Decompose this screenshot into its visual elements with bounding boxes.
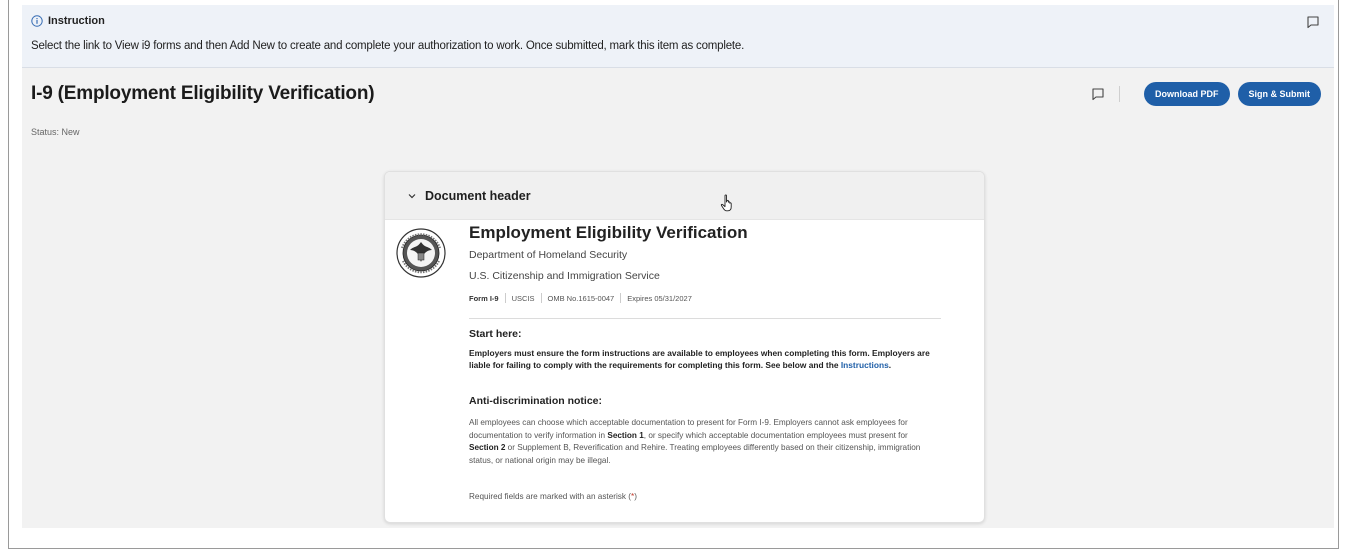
dhs-seal-icon	[396, 228, 446, 278]
anti-text-part: or Supplement B, Reverification and Rehi…	[469, 443, 921, 465]
required-text: Required fields are marked with an aster…	[469, 492, 631, 501]
employer-notice: Employers must ensure the form instructi…	[469, 347, 939, 371]
employer-notice-end: .	[888, 360, 892, 371]
divider	[620, 293, 622, 303]
form-meta: Form I-9 USCIS OMB No.1615-0047 Expires …	[469, 293, 692, 303]
info-icon	[31, 15, 43, 27]
expiry-date: Expires 05/31/2027	[627, 293, 692, 303]
document-card: Document header Employment Eligibility V…	[384, 171, 985, 523]
instructions-link[interactable]: Instructions	[841, 360, 889, 370]
sign-submit-button[interactable]: Sign & Submit	[1237, 82, 1321, 106]
chevron-down-icon	[408, 193, 416, 198]
download-pdf-button[interactable]: Download PDF	[1144, 82, 1230, 106]
agency-code: USCIS	[511, 293, 535, 303]
instruction-heading-label: Instruction	[48, 15, 105, 27]
section2-ref: Section 2	[469, 443, 506, 453]
hand-cursor-icon	[720, 194, 732, 212]
document-header-toggle[interactable]: Document header	[385, 172, 984, 220]
comment-icon[interactable]	[1306, 15, 1320, 29]
form-number: Form I-9	[469, 293, 499, 303]
header-actions: Download PDF Sign & Submit	[1091, 82, 1321, 106]
start-heading: Start here:	[469, 328, 522, 340]
department-name: Department of Homeland Security	[469, 249, 628, 261]
page-title: I-9 (Employment Eligibility Verification…	[31, 83, 375, 104]
form-page: I-9 (Employment Eligibility Verification…	[22, 68, 1334, 528]
document-title: Employment Eligibility Verification	[469, 223, 748, 242]
divider	[1119, 86, 1120, 102]
instruction-heading: Instruction	[31, 15, 105, 27]
anti-text-part: , or specify which acceptable documentat…	[643, 430, 908, 440]
instruction-text: Select the link to View i9 forms and the…	[31, 40, 745, 52]
required-end: )	[634, 492, 637, 501]
omb-number: OMB No.1615-0047	[547, 293, 615, 303]
agency-name: U.S. Citizenship and Immigration Service	[469, 270, 660, 282]
section1-ref: Section 1	[607, 430, 644, 440]
app-frame: Instruction Select the link to View i9 f…	[8, 0, 1339, 549]
required-fields-note: Required fields are marked with an aster…	[469, 492, 637, 501]
divider	[504, 293, 506, 303]
status-label: Status: New	[31, 127, 80, 137]
document-header-label: Document header	[425, 188, 531, 203]
divider	[469, 318, 941, 319]
anti-discrimination-heading: Anti-discrimination notice:	[469, 395, 603, 407]
instruction-banner: Instruction Select the link to View i9 f…	[22, 5, 1334, 68]
anti-discrimination-text: All employees can choose which acceptabl…	[469, 417, 939, 467]
divider	[540, 293, 542, 303]
comment-icon[interactable]	[1091, 87, 1105, 101]
